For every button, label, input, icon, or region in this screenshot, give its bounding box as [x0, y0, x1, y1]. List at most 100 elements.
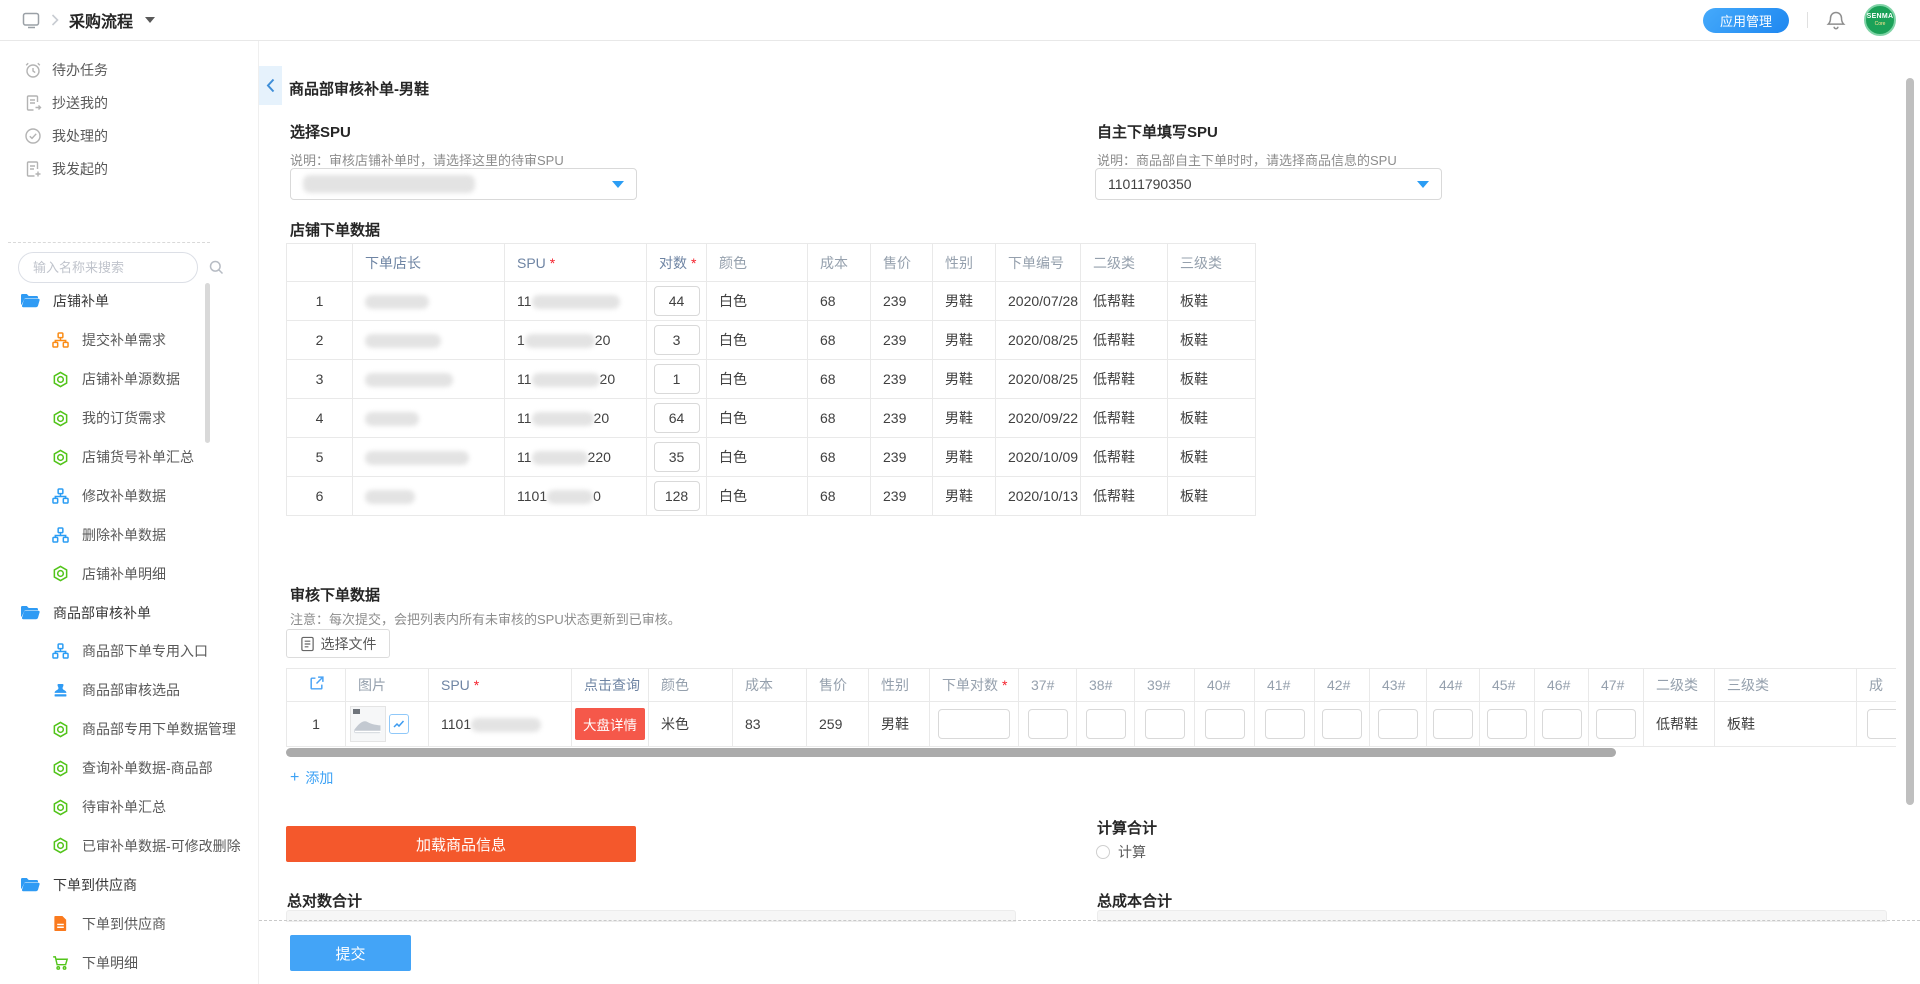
horizontal-scrollbar[interactable] [286, 748, 1616, 757]
sidebar-folder-shop-replenish[interactable]: 店铺补单 [0, 282, 252, 321]
sidebar-item-reviewed-data-editable[interactable]: 已审补单数据-可修改删除 [0, 826, 252, 865]
sidebar-item-modify-replenish-data[interactable]: 修改补单数据 [0, 476, 252, 515]
sidebar-item-todo-tasks[interactable]: 待办任务 [0, 53, 252, 86]
sidebar-item-merch-order-entry[interactable]: 商品部下单专用入口 [0, 632, 252, 671]
sidebar-item-shop-sku-replenish-summary[interactable]: 店铺货号补单汇总 [0, 438, 252, 477]
sidebar-item-merch-order-data-mgmt[interactable]: 商品部专用下单数据管理 [0, 710, 252, 749]
size-input-43[interactable] [1378, 709, 1418, 739]
cell-manager [353, 321, 505, 360]
qty-input[interactable] [654, 481, 700, 511]
cell-cost: 68 [808, 360, 871, 399]
back-button[interactable] [259, 66, 282, 105]
sidebar-item-processed-by-me[interactable]: 我处理的 [0, 119, 252, 152]
page-scrollbar[interactable] [1906, 78, 1914, 805]
choose-file-button[interactable]: 选择文件 [286, 629, 390, 658]
avatar[interactable]: SENMA Core [1864, 4, 1896, 36]
cell-color: 白色 [707, 360, 808, 399]
calc-radio-label: 计算 [1118, 842, 1146, 862]
sidebar-item-pending-review-summary[interactable]: 待审补单汇总 [0, 788, 252, 827]
trend-chart-icon[interactable] [389, 714, 409, 734]
qty-input[interactable] [654, 325, 700, 355]
col-color: 颜色 [649, 669, 733, 702]
tree-label: 店铺补单明细 [82, 564, 166, 584]
qty-input[interactable] [654, 364, 700, 394]
size-input-46[interactable] [1542, 709, 1582, 739]
cell-color: 白色 [707, 399, 808, 438]
sidebar-folder-merch-review-replenish[interactable]: 商品部审核补单 [0, 593, 252, 632]
sidebar-item-delete-replenish-data[interactable]: 删除补单数据 [0, 515, 252, 554]
external-link-icon[interactable] [308, 675, 325, 692]
col-size-37: 37# [1019, 669, 1077, 702]
row-index: 4 [287, 399, 353, 438]
spu-text: 11 [517, 371, 532, 387]
size-input-39[interactable] [1145, 709, 1185, 739]
order-qty-input[interactable] [938, 709, 1010, 739]
size-input-47[interactable] [1596, 709, 1636, 739]
col-size-43: 43# [1370, 669, 1427, 702]
qty-input[interactable] [654, 403, 700, 433]
avatar-subtext: Core [1875, 21, 1886, 27]
sidebar-item-cc-to-me[interactable]: 抄送我的 [0, 86, 252, 119]
col-size-38: 38# [1077, 669, 1135, 702]
radio-icon[interactable] [1096, 845, 1110, 859]
col-size-45: 45# [1480, 669, 1535, 702]
tree-label: 下单明细 [82, 953, 138, 973]
spu-text: 1101 [441, 716, 471, 732]
search-input[interactable] [19, 260, 209, 275]
market-detail-button[interactable]: 大盘详情 [575, 708, 645, 740]
col-order-no: 下单编号 [996, 244, 1081, 282]
size-input-37[interactable] [1028, 709, 1068, 739]
sidebar-item-query-replenish-data-merch[interactable]: 查询补单数据-商品部 [0, 749, 252, 788]
sidebar-folder-order-to-supplier[interactable]: 下单到供应商 [0, 865, 252, 904]
product-photo[interactable] [350, 706, 386, 742]
size-input-44[interactable] [1433, 709, 1473, 739]
sidebar-item-shop-replenish-source-data[interactable]: 店铺补单源数据 [0, 360, 252, 399]
required-asterisk: * [1002, 677, 1007, 693]
breadcrumb[interactable]: 采购流程 [69, 8, 133, 32]
sidebar-item-shop-replenish-detail[interactable]: 店铺补单明细 [0, 554, 252, 593]
cell-size-46 [1535, 702, 1589, 747]
qty-input[interactable] [654, 442, 700, 472]
cell-cost: 68 [808, 399, 871, 438]
add-row-link[interactable]: + 添加 [290, 768, 333, 788]
redacted-text [532, 451, 588, 465]
cell-cat2: 低帮鞋 [1081, 282, 1168, 321]
cell-price: 239 [871, 321, 933, 360]
sidebar-item-my-order-demand[interactable]: 我的订货需求 [0, 399, 252, 438]
size-input-38[interactable] [1086, 709, 1126, 739]
submit-button[interactable]: 提交 [290, 935, 411, 971]
size-input-42[interactable] [1322, 709, 1362, 739]
sidebar-item-initiated-by-me[interactable]: 我发起的 [0, 152, 252, 185]
row-index: 5 [287, 438, 353, 477]
table-row: 4 1120 白色 68 239 男鞋 2020/09/22 低帮鞋 板鞋 [287, 399, 1256, 438]
calc-radio-option[interactable]: 计算 [1096, 842, 1146, 862]
spu-text: 0 [593, 488, 601, 504]
window-icon[interactable] [22, 12, 41, 29]
load-product-info-button[interactable]: 加载商品信息 [286, 826, 636, 862]
app-manage-button[interactable]: 应用管理 [1703, 8, 1789, 33]
cell-cat3: 板鞋 [1168, 399, 1256, 438]
sidebar-item-merch-review-selection[interactable]: 商品部审核选品 [0, 671, 252, 710]
size-input-41[interactable] [1265, 709, 1305, 739]
size-input-40[interactable] [1205, 709, 1245, 739]
bell-icon[interactable] [1826, 10, 1846, 31]
self-spu-select[interactable]: 11011790350 [1095, 168, 1442, 200]
sidebar-scrollbar[interactable] [205, 283, 210, 443]
search-icon[interactable] [209, 260, 224, 275]
caret-down-icon[interactable] [145, 17, 155, 23]
cell-qty [647, 477, 707, 516]
clock-icon [24, 61, 42, 79]
sidebar-item-order-to-supplier[interactable]: 下单到供应商 [0, 904, 252, 943]
file-icon [300, 636, 315, 652]
qty-input[interactable] [654, 286, 700, 316]
col-spu: SPU* [505, 244, 647, 282]
tree-label: 店铺补单源数据 [82, 369, 180, 389]
partial-input[interactable] [1867, 709, 1897, 739]
shop-order-data-heading: 店铺下单数据 [290, 219, 380, 240]
size-input-45[interactable] [1487, 709, 1527, 739]
sidebar-item-submit-replenish-demand[interactable]: 提交补单需求 [0, 321, 252, 360]
sidebar-item-label: 我处理的 [52, 126, 108, 146]
sidebar-item-order-detail[interactable]: 下单明细 [0, 943, 252, 982]
cell-size-42 [1315, 702, 1370, 747]
pending-spu-select[interactable] [290, 168, 637, 200]
